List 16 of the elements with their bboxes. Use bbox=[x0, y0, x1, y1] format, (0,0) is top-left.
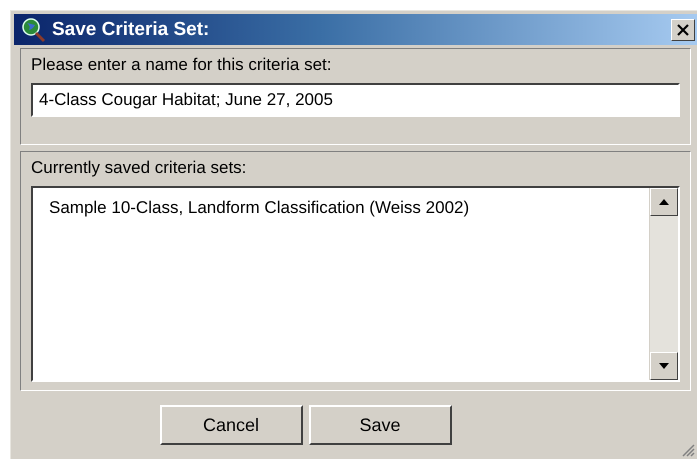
save-button[interactable]: Save bbox=[308, 405, 452, 445]
scrollbar[interactable] bbox=[649, 188, 678, 380]
name-input-field[interactable]: 4-Class Cougar Habitat; June 27, 2005 bbox=[31, 83, 680, 117]
list-item[interactable]: Sample 10-Class, Landform Classification (Weiss 2002) bbox=[49, 198, 633, 218]
window-title: Save Criteria Set: bbox=[52, 18, 210, 40]
scroll-down-button[interactable] bbox=[650, 352, 678, 380]
up-triangle-icon bbox=[659, 199, 669, 205]
globe-magnifier-icon bbox=[20, 16, 46, 42]
cancel-button[interactable]: Cancel bbox=[160, 405, 302, 445]
scroll-up-button[interactable] bbox=[650, 188, 678, 216]
saved-sets-label: Currently saved criteria sets: bbox=[31, 158, 248, 178]
close-icon bbox=[677, 24, 689, 36]
close-button[interactable] bbox=[671, 18, 695, 40]
name-label: Please enter a name for this criteria set: bbox=[31, 55, 332, 75]
down-triangle-icon bbox=[659, 363, 669, 369]
resize-grip-icon[interactable] bbox=[681, 443, 695, 457]
